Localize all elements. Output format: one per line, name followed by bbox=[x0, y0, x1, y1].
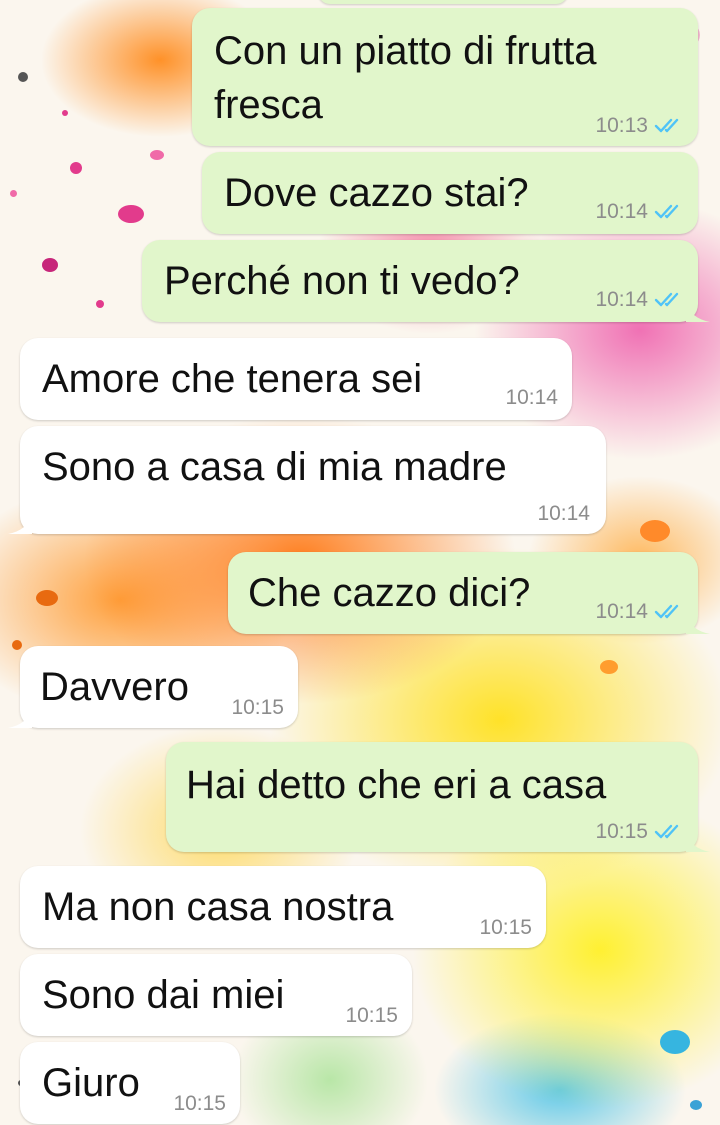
message-bubble-incoming[interactable]: Sono a casa di mia madre 10:14 bbox=[8, 426, 606, 534]
message-timestamp: 10:15 bbox=[345, 1004, 398, 1027]
message-meta: 10:15 bbox=[231, 696, 284, 720]
message-timestamp: 10:13 bbox=[595, 114, 648, 137]
message-timestamp: 10:14 bbox=[595, 288, 648, 311]
message-text: Amore che tenera sei bbox=[42, 357, 423, 401]
message-text: Sono dai miei bbox=[42, 973, 285, 1017]
message-bubble-incoming[interactable]: Davvero 10:15 bbox=[8, 646, 298, 728]
bubble-tail bbox=[686, 832, 710, 852]
paint-splatter bbox=[640, 520, 670, 542]
message-bubble-incoming[interactable]: Amore che tenera sei 10:14 bbox=[20, 338, 572, 420]
double-check-icon bbox=[654, 118, 679, 133]
message-text: fresca bbox=[214, 83, 323, 127]
paint-splatter bbox=[62, 110, 68, 116]
message-bubble-partial bbox=[318, 0, 568, 4]
paint-splatter bbox=[10, 190, 17, 197]
message-timestamp: 10:14 bbox=[537, 502, 590, 525]
message-text: Che cazzo dici? bbox=[248, 571, 531, 615]
bubble-tail bbox=[8, 514, 32, 534]
message-timestamp: 10:15 bbox=[173, 1092, 226, 1115]
message-meta: 10:15 bbox=[173, 1092, 226, 1116]
message-bubble-outgoing[interactable]: Perché non ti vedo? 10:14 bbox=[142, 240, 710, 322]
paint-splatter bbox=[660, 1030, 690, 1054]
message-text: Ma non casa nostra bbox=[42, 885, 394, 929]
bubble-tail bbox=[686, 614, 710, 634]
double-check-icon bbox=[654, 824, 679, 839]
message-bubble-outgoing[interactable]: Con un piatto di frutta fresca 10:13 bbox=[192, 8, 698, 146]
message-timestamp: 10:15 bbox=[595, 820, 648, 843]
message-text: Con un piatto di frutta bbox=[214, 29, 597, 73]
message-text: Perché non ti vedo? bbox=[164, 259, 520, 303]
message-timestamp: 10:14 bbox=[595, 600, 648, 623]
message-text: Dove cazzo stai? bbox=[224, 171, 529, 215]
paint-splatter bbox=[690, 1100, 702, 1110]
message-meta: 10:15 bbox=[479, 916, 532, 940]
message-text: Hai detto che eri a casa bbox=[186, 763, 607, 807]
paint-splatter bbox=[18, 72, 28, 82]
message-meta: 10:14 bbox=[505, 386, 558, 410]
double-check-icon bbox=[654, 292, 679, 307]
paint-splatter bbox=[600, 660, 618, 674]
message-text: Giuro bbox=[42, 1061, 140, 1105]
message-meta: 10:14 bbox=[537, 502, 590, 526]
paint-splatter bbox=[118, 205, 144, 223]
message-bubble-incoming[interactable]: Sono dai miei 10:15 bbox=[20, 954, 412, 1036]
message-bubble-incoming[interactable]: Giuro 10:15 bbox=[20, 1042, 240, 1124]
paint-splatter bbox=[70, 162, 82, 174]
message-bubble-incoming[interactable]: Ma non casa nostra 10:15 bbox=[20, 866, 546, 948]
message-meta: 10:14 bbox=[595, 200, 686, 224]
message-bubble-outgoing[interactable]: Dove cazzo stai? 10:14 bbox=[202, 152, 698, 234]
message-meta: 10:15 bbox=[345, 1004, 398, 1028]
double-check-icon bbox=[654, 604, 679, 619]
paint-splatter bbox=[12, 640, 22, 650]
message-meta: 10:15 bbox=[595, 820, 686, 844]
message-meta: 10:13 bbox=[595, 114, 686, 138]
paint-splatter bbox=[36, 590, 58, 606]
bubble-tail bbox=[686, 302, 710, 322]
message-timestamp: 10:15 bbox=[479, 916, 532, 939]
message-bubble-outgoing[interactable]: Che cazzo dici? 10:14 bbox=[228, 552, 710, 634]
paint-splatter bbox=[42, 258, 58, 272]
message-meta: 10:14 bbox=[595, 600, 686, 624]
message-timestamp: 10:14 bbox=[595, 200, 648, 223]
paint-splatter bbox=[96, 300, 104, 308]
message-timestamp: 10:15 bbox=[231, 696, 284, 719]
message-text: Sono a casa di mia madre bbox=[42, 445, 507, 489]
message-timestamp: 10:14 bbox=[505, 386, 558, 409]
bubble-tail bbox=[8, 708, 32, 728]
double-check-icon bbox=[654, 204, 679, 219]
message-text: Davvero bbox=[40, 665, 189, 709]
message-meta: 10:14 bbox=[595, 288, 686, 312]
message-bubble-outgoing[interactable]: Hai detto che eri a casa 10:15 bbox=[166, 742, 710, 852]
paint-splatter bbox=[150, 150, 164, 160]
